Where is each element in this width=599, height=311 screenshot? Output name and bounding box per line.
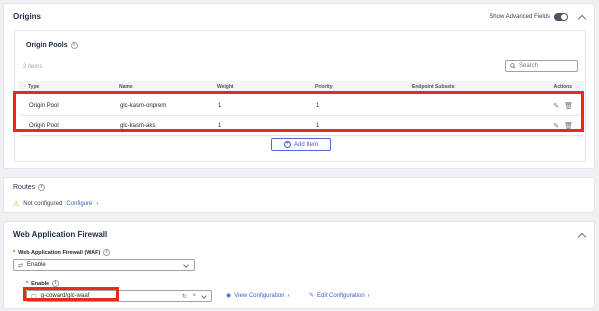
clear-icon[interactable]: ×	[192, 293, 196, 299]
waf-select[interactable]: ⇄ Enable	[13, 259, 195, 271]
advanced-fields-toggle-group[interactable]: Show Advanced Fields	[489, 13, 568, 21]
advanced-fields-toggle[interactable]	[554, 13, 568, 21]
col-endpoint-subsets: Endpoint Subsets	[412, 84, 455, 90]
chevron-right-icon: ›	[287, 292, 290, 299]
col-priority: Priority	[315, 84, 333, 90]
shuffle-icon: ⇄	[18, 262, 24, 269]
info-icon[interactable]: i	[52, 280, 60, 287]
chevron-right-icon: ›	[367, 292, 370, 299]
info-icon[interactable]: i	[103, 249, 111, 256]
chevron-down-icon	[183, 262, 189, 268]
routes-status-text: Not configured	[23, 201, 63, 207]
routes-section: Routes i ⚠ Not configured Configure ›	[3, 177, 595, 213]
required-marker: *	[26, 280, 29, 287]
collapse-waf-icon[interactable]	[577, 232, 587, 242]
refresh-icon[interactable]: ↻	[182, 293, 187, 300]
info-icon[interactable]: i	[38, 184, 46, 191]
search-input[interactable]: Search	[505, 60, 578, 72]
rows-highlight-box	[13, 91, 584, 132]
waf-select-value: Enable	[27, 262, 46, 268]
info-icon[interactable]: i	[70, 42, 78, 49]
required-marker: *	[13, 249, 16, 256]
chevron-down-icon[interactable]	[201, 293, 207, 299]
search-icon	[510, 63, 516, 69]
origin-pools-title: Origin Pools	[26, 42, 68, 49]
waf-title: Web Application Firewall	[13, 230, 108, 239]
chevron-right-icon[interactable]: ›	[96, 201, 98, 207]
col-type: Type	[28, 84, 40, 90]
search-placeholder: Search	[519, 63, 539, 69]
origin-pools-title-group: Origin Pools i	[26, 42, 78, 49]
eye-icon: ◉	[226, 293, 232, 299]
warning-icon: ⚠	[13, 201, 20, 208]
routes-title: Routes	[13, 184, 36, 191]
collapse-origins-icon[interactable]	[577, 14, 587, 24]
edit-configuration-link[interactable]: ✎ Edit Configuration ›	[309, 292, 370, 300]
items-count: 2 items	[23, 64, 43, 70]
enable-label-group: * Enable i	[26, 280, 60, 287]
configure-link[interactable]: Configure	[66, 201, 92, 207]
view-configuration-link[interactable]: ◉ View Configuration ›	[226, 292, 290, 300]
waf-field-label: Web Application Firewall (WAF)	[18, 249, 101, 256]
col-actions: Actions	[553, 84, 572, 90]
view-configuration-label: View Configuration	[234, 292, 285, 299]
routes-status: ⚠ Not configured Configure ›	[13, 200, 98, 208]
add-item-button[interactable]: + Add Item	[271, 138, 331, 151]
edit-icon: ✎	[309, 293, 315, 299]
waf-field-label-group: * Web Application Firewall (WAF) i	[13, 249, 111, 256]
routes-title-group: Routes i	[13, 184, 46, 191]
advanced-fields-label: Show Advanced Fields	[489, 14, 550, 20]
add-icon: +	[283, 141, 291, 148]
origins-title: Origins	[13, 12, 42, 21]
enable-label: Enable	[31, 280, 50, 287]
col-name: Name	[119, 84, 133, 90]
col-weight: Weight	[217, 84, 234, 90]
edit-configuration-label: Edit Configuration	[317, 292, 365, 299]
enable-highlight-box	[23, 287, 119, 301]
add-item-label: Add Item	[293, 141, 318, 148]
